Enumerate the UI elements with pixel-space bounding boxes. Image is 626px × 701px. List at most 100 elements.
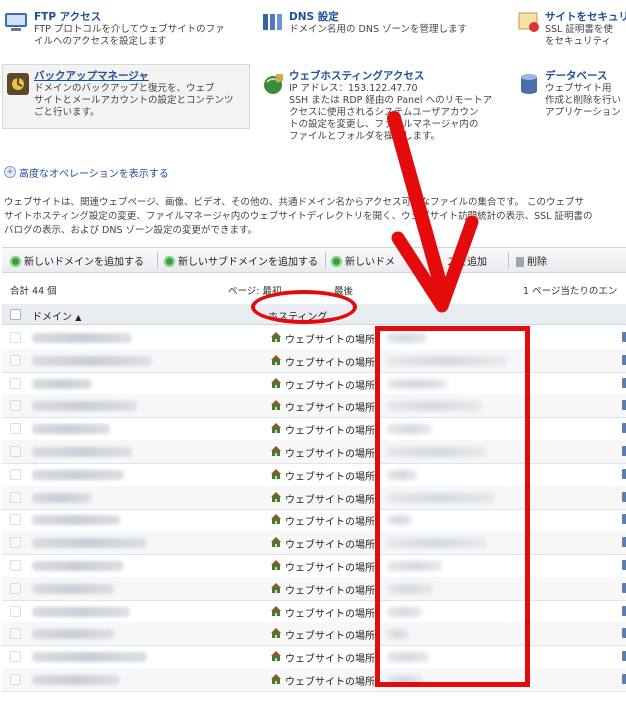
toolbar-divider [508, 252, 509, 268]
domain-name-redacted[interactable] [32, 538, 147, 549]
hosting-type: ウェブサイトの場所 [285, 585, 375, 597]
row-checkbox[interactable] [10, 560, 21, 571]
hosting-type: ウェブサイトの場所 [285, 540, 375, 552]
hosting-type: ウェブサイトの場所 [285, 654, 375, 666]
row-checkbox[interactable] [10, 332, 21, 343]
row-checkbox[interactable] [10, 537, 21, 549]
table-row: ウェブサイトの場所 [2, 394, 626, 419]
websites-description: ウェブサイトは、関連ウェブページ、画像、ビデオ、その他の、共通ドメイン名からアク… [4, 197, 593, 236]
table-row: ウェブサイトの場所 [2, 668, 626, 692]
ftp-access-link[interactable]: FTP アクセス [34, 9, 101, 24]
row-checkbox[interactable] [10, 491, 21, 503]
database-link[interactable]: データベース [545, 68, 607, 83]
table-row: ウェブサイトの場所 [2, 645, 626, 670]
add-alias-icon [331, 256, 342, 267]
hosting-type: ウェブサイトの場所 [285, 357, 375, 369]
row-checkbox[interactable] [10, 354, 21, 366]
domain-name-redacted[interactable] [32, 355, 152, 366]
table-row: ウェブサイトの場所 [2, 508, 626, 533]
row-checkbox[interactable] [10, 514, 21, 526]
table-row: ウェブサイトの場所 [2, 576, 626, 601]
table-row: ウェブサイトの場所 [2, 326, 626, 350]
database-icon [521, 74, 537, 94]
row-action-icon[interactable] [622, 491, 626, 502]
domain-name-redacted[interactable] [32, 469, 124, 480]
domains-toolbar: 新しいドメインを追加する 新しいサブドメインを追加する 新しいドメ スを追加 削… [2, 247, 626, 273]
domain-name-redacted[interactable] [32, 629, 114, 640]
row-checkbox[interactable] [10, 605, 21, 617]
domain-name-redacted[interactable] [32, 583, 114, 594]
website-folder-icon [271, 400, 281, 411]
add-domain-icon [10, 256, 21, 267]
row-checkbox[interactable] [10, 674, 21, 685]
delete-button[interactable]: 削除 [516, 253, 547, 268]
row-checkbox[interactable] [10, 468, 21, 480]
total-count: 合計 44 個 [10, 286, 57, 297]
row-action-icon[interactable] [622, 400, 626, 411]
domain-name-redacted[interactable] [32, 401, 137, 412]
row-checkbox[interactable] [10, 400, 21, 412]
row-action-icon[interactable] [622, 560, 626, 570]
select-all-checkbox[interactable] [10, 309, 21, 320]
domain-name-redacted[interactable] [32, 561, 124, 571]
row-checkbox[interactable] [10, 446, 21, 457]
row-checkbox[interactable] [10, 377, 21, 389]
website-folder-icon [271, 423, 281, 434]
row-action-icon[interactable] [622, 605, 626, 616]
advanced-operations-link[interactable]: 高度なオペレーションを表示する [19, 165, 169, 180]
row-action-icon[interactable] [622, 628, 626, 639]
row-action-icon[interactable] [622, 423, 626, 434]
row-action-icon[interactable] [622, 468, 626, 479]
domain-name-redacted[interactable] [32, 675, 120, 685]
hosting-type: ウェブサイトの場所 [285, 608, 375, 620]
row-checkbox[interactable] [10, 582, 21, 594]
domain-name-redacted[interactable] [32, 424, 110, 435]
hosting-type: ウェブサイトの場所 [285, 677, 375, 688]
table-row: ウェブサイトの場所 [2, 531, 626, 556]
add-subdomain-label: 新しいサブドメインを追加する [178, 257, 318, 268]
annotation-circle [251, 290, 357, 324]
backup-manager-link[interactable]: バックアップマネージャ [34, 68, 149, 83]
add-subdomain-button[interactable]: 新しいサブドメインを追加する [164, 253, 318, 268]
domain-name-redacted[interactable] [32, 447, 132, 457]
add-domain-button[interactable]: 新しいドメインを追加する [10, 253, 144, 268]
website-folder-icon [271, 514, 281, 525]
table-row: ウェブサイトの場所 [2, 417, 626, 442]
domain-name-redacted[interactable] [32, 515, 120, 526]
domain-name-redacted[interactable] [32, 606, 130, 617]
row-action-icon[interactable] [622, 537, 626, 548]
domain-name-redacted[interactable] [32, 492, 92, 503]
row-action-icon[interactable] [622, 332, 626, 342]
hosting-type: ウェブサイトの場所 [285, 335, 375, 346]
row-action-icon[interactable] [622, 446, 626, 456]
dns-settings-desc: ドメイン名用の DNS ゾーンを管理します [289, 24, 468, 35]
annotation-rectangle [375, 326, 530, 687]
domain-name-redacted[interactable] [32, 378, 92, 389]
website-folder-icon [271, 491, 281, 502]
secure-site-link[interactable]: サイトをセキュリ [545, 9, 626, 24]
row-action-icon[interactable] [622, 582, 626, 593]
backup-manager-desc: ドメインのバックアップと復元を、ウェブ サイトとメールアカウントの設定とコンテン… [34, 83, 234, 118]
row-action-icon[interactable] [622, 651, 626, 662]
table-row: ウェブサイトの場所 [2, 463, 626, 487]
row-action-icon[interactable] [622, 354, 626, 365]
website-folder-icon [271, 377, 281, 388]
domain-name-redacted[interactable] [32, 333, 132, 343]
dns-settings-link[interactable]: DNS 設定 [289, 9, 339, 24]
domain-name-redacted[interactable] [32, 652, 147, 663]
row-checkbox[interactable] [10, 628, 21, 640]
sort-asc-icon: ▲ [75, 313, 82, 322]
row-checkbox[interactable] [10, 651, 21, 663]
website-folder-icon [271, 651, 281, 662]
row-action-icon[interactable] [622, 514, 626, 525]
toolbar-divider [157, 252, 158, 268]
row-action-icon[interactable] [622, 674, 626, 684]
row-checkbox[interactable] [10, 423, 21, 435]
secure-site-desc: SSL 証明書を使 をセキュリティ [545, 24, 613, 47]
col-domain-header[interactable]: ドメイン ▲ [32, 308, 81, 323]
row-action-icon[interactable] [622, 377, 626, 388]
web-hosting-access-link[interactable]: ウェブホスティングアクセス [289, 68, 424, 83]
expand-plus-icon[interactable]: + [4, 166, 16, 178]
security-icon [518, 12, 539, 32]
table-row: ウェブサイトの場所 [2, 600, 626, 624]
